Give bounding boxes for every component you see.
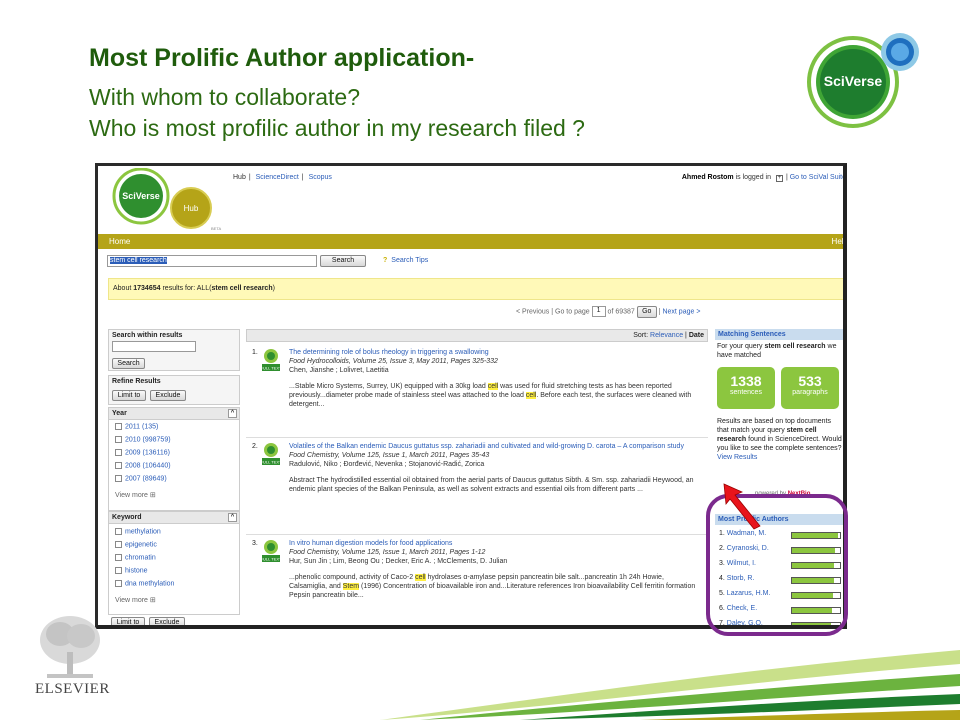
- link-hub[interactable]: Hub: [233, 174, 246, 181]
- keyword-item[interactable]: epigenetic: [109, 541, 239, 554]
- year-facet: Year ^ 2011 (135) 2010 (998759) 2009 (136…: [108, 407, 240, 511]
- search-within-box: Search within results Search: [108, 329, 240, 371]
- year-item[interactable]: 2009 (136116): [109, 449, 239, 462]
- user-status: Ahmed Rostom is logged in + | Go to SciVa…: [681, 174, 846, 182]
- results-list: Sort: Relevance | Date 1. FULL TEXT The …: [246, 329, 708, 625]
- search-button[interactable]: Search: [320, 255, 366, 267]
- year-item[interactable]: 2008 (106440): [109, 462, 239, 475]
- svg-text:Hub: Hub: [184, 204, 199, 213]
- keyword-item[interactable]: methylation: [109, 528, 239, 541]
- logo-text: SciVerse: [824, 73, 883, 89]
- paragraphs-tile[interactable]: 533 paragraphs: [781, 367, 839, 409]
- view-more-years[interactable]: View more ⊞: [109, 491, 239, 499]
- search-bar: stem cell research Search ? Search Tips: [98, 249, 843, 271]
- sort-bar: Sort: Relevance | Date: [246, 329, 708, 342]
- svg-text:SciVerse: SciVerse: [122, 191, 160, 201]
- page-input[interactable]: 1: [591, 306, 606, 317]
- result-abstract: ...Stable Micro Systems, Surrey, UK) equ…: [289, 383, 692, 408]
- sort-date[interactable]: Date: [689, 332, 704, 339]
- expand-icon[interactable]: +: [775, 175, 783, 182]
- sciverse-logo: SciVerse: [807, 33, 919, 128]
- left-sidebar: Search within results Search Refine Resu…: [108, 329, 240, 625]
- link-scopus[interactable]: Scopus: [309, 174, 332, 181]
- nav-help[interactable]: Help: [832, 237, 843, 246]
- decorative-waves: [380, 650, 960, 720]
- pager: < Previous | Go to page 1 of 69387 Go | …: [516, 306, 700, 319]
- result-item: 3. FULL TEXT In vitro human digestion mo…: [246, 537, 708, 625]
- year-item[interactable]: 2010 (998759): [109, 436, 239, 449]
- go-button[interactable]: Go: [636, 306, 657, 319]
- results-summary: About 1734654 results for: ALL(stem cell…: [108, 278, 843, 300]
- sort-relevance[interactable]: Relevance: [650, 332, 683, 339]
- elsevier-wordmark: ELSEVIER: [35, 681, 110, 697]
- year-item[interactable]: 2007 (89649): [109, 475, 239, 488]
- nav-bar: Home Help: [98, 234, 843, 249]
- year-item[interactable]: 2011 (135): [109, 423, 239, 436]
- refine-box: Refine Results Limit to Exclude: [108, 375, 240, 405]
- hub-logo: SciVerse Hub BETA: [112, 168, 221, 231]
- matching-note: Results are based on top documents that …: [717, 418, 843, 462]
- subtitle-line-1: With whom to collaborate?: [89, 84, 361, 110]
- result-title[interactable]: Volatiles of the Balkan endemic Daucus g…: [289, 442, 703, 451]
- limit-button-2[interactable]: Limit to: [111, 617, 145, 625]
- full-text-icon[interactable]: FULL TEXT: [261, 539, 281, 563]
- suite-link[interactable]: Go to SciVal Suite: [790, 174, 843, 181]
- sentences-tile[interactable]: 1338 sentences: [717, 367, 775, 409]
- result-item: 2. FULL TEXT Volatiles of the Balkan end…: [246, 440, 708, 535]
- keyword-item[interactable]: dna methylation: [109, 580, 239, 593]
- view-more-keywords[interactable]: View more ⊞: [109, 596, 239, 604]
- full-text-icon[interactable]: FULL TEXT: [261, 442, 281, 466]
- svg-text:BETA: BETA: [211, 226, 221, 231]
- matching-sentences-header: Matching Sentences: [715, 329, 843, 340]
- search-tips-link[interactable]: ? Search Tips: [383, 257, 428, 264]
- slide-subtitle: With whom to collaborate? Who is most pr…: [89, 82, 585, 144]
- subtitle-line-2: Who is most profilic author in my resear…: [89, 115, 585, 141]
- svg-text:FULL TEXT: FULL TEXT: [261, 366, 281, 371]
- result-abstract: ...phenolic compound, activity of Caco-2…: [289, 574, 696, 599]
- collapse-icon[interactable]: ^: [228, 513, 237, 522]
- link-sciencedirect[interactable]: ScienceDirect: [256, 174, 299, 181]
- svg-text:FULL TEXT: FULL TEXT: [261, 460, 281, 465]
- within-search-button[interactable]: Search: [112, 358, 145, 369]
- top-links: Hub | ScienceDirect | Scopus: [233, 174, 332, 181]
- user-name: Ahmed Rostom: [681, 174, 734, 181]
- pager-prev[interactable]: < Previous: [516, 308, 549, 315]
- view-results-link[interactable]: View Results: [717, 453, 843, 462]
- within-input[interactable]: [112, 341, 196, 352]
- keyword-item[interactable]: histone: [109, 567, 239, 580]
- limit-button[interactable]: Limit to: [112, 390, 146, 401]
- result-item: 1. FULL TEXT The determining role of bol…: [246, 346, 708, 438]
- pager-next[interactable]: Next page >: [662, 308, 700, 315]
- full-text-icon[interactable]: FULL TEXT: [261, 348, 281, 372]
- red-arrow-icon: [723, 483, 761, 530]
- keyword-item[interactable]: chromatin: [109, 554, 239, 567]
- svg-text:FULL TEXT: FULL TEXT: [261, 557, 281, 562]
- nav-home[interactable]: Home: [109, 237, 130, 246]
- elsevier-tree-logo: [40, 616, 100, 678]
- result-title[interactable]: In vitro human digestion models for food…: [289, 539, 703, 548]
- exclude-button[interactable]: Exclude: [150, 390, 186, 401]
- result-abstract: Abstract The hydrodistilled essential oi…: [289, 477, 694, 493]
- keyword-facet: Keyword ^ methylation epigenetic chromati…: [108, 511, 240, 615]
- collapse-icon[interactable]: ^: [228, 409, 237, 418]
- search-input[interactable]: stem cell research: [107, 255, 317, 267]
- matching-intro: For your query stem cell research we hav…: [717, 343, 837, 359]
- question-icon: ?: [383, 257, 388, 264]
- slide-title: Most Prolific Author application-: [89, 44, 475, 72]
- exclude-button-2[interactable]: Exclude: [149, 617, 185, 625]
- result-title[interactable]: The determining role of bolus rheology i…: [289, 348, 703, 357]
- app-header: SciVerse Hub BETA Hub | ScienceDirect | Sc…: [98, 166, 846, 234]
